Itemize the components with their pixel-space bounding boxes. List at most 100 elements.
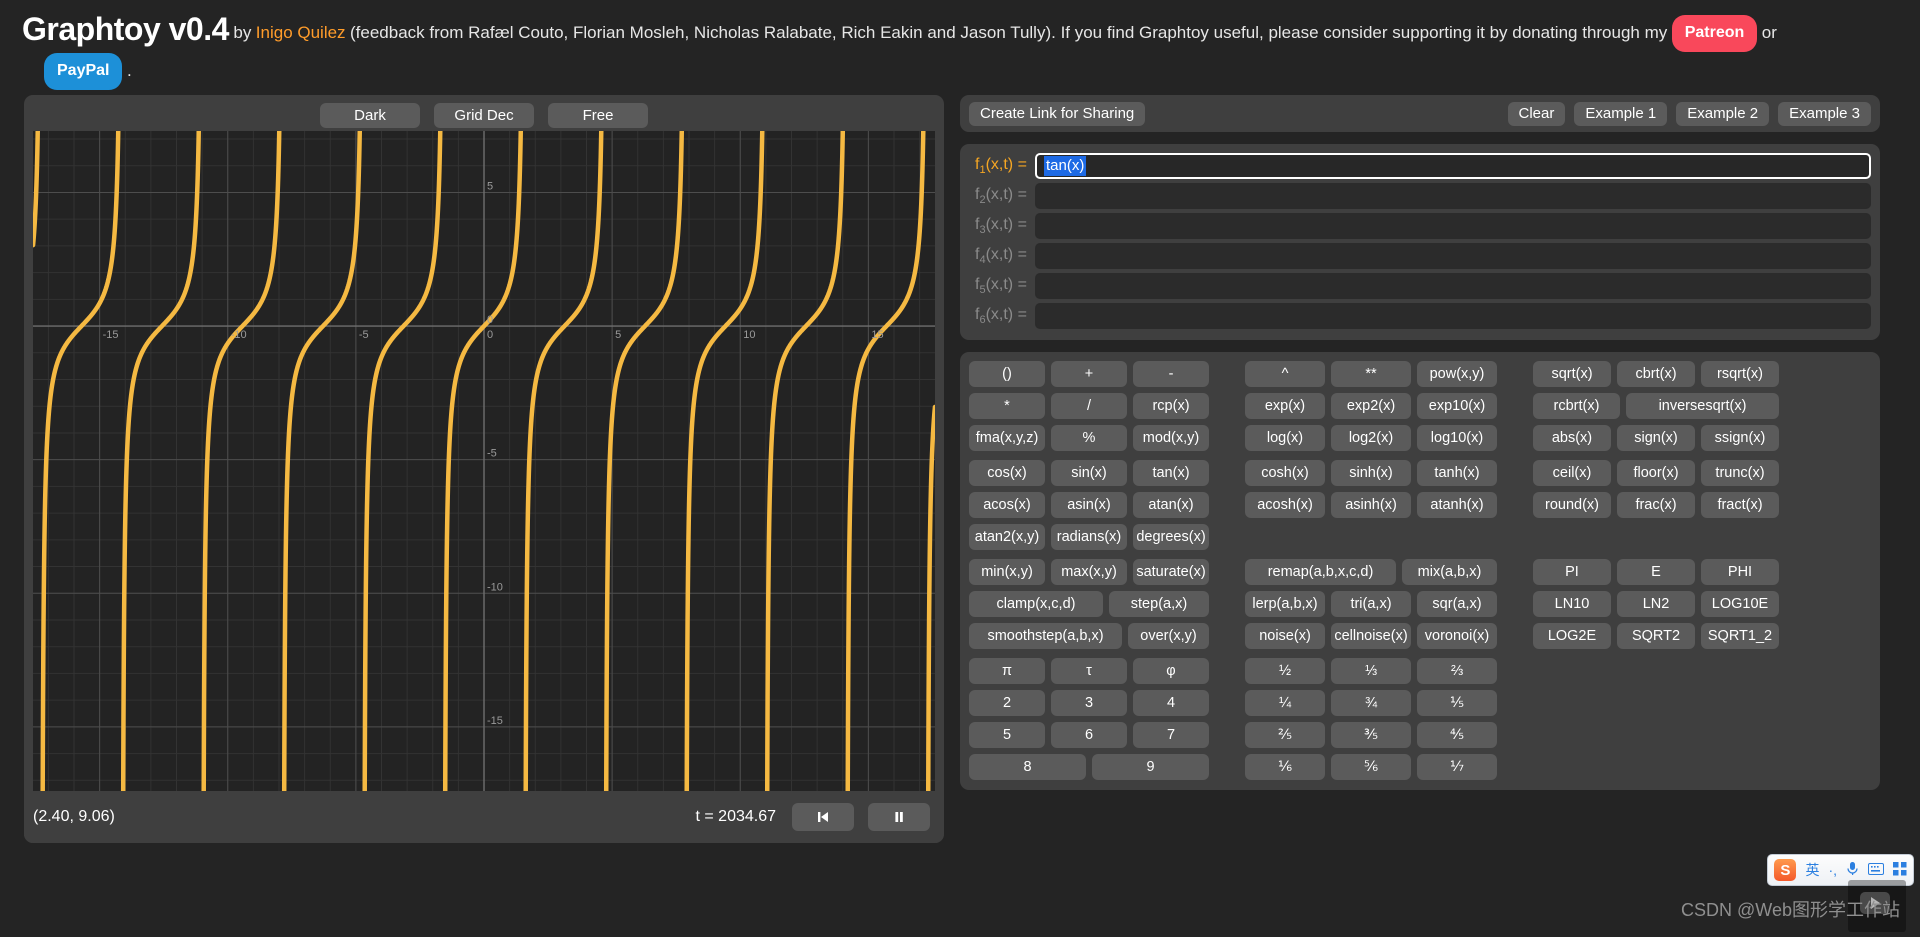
keypad-button[interactable]: asinh(x) [1331,492,1411,518]
keypad-button[interactable]: radians(x) [1051,524,1127,550]
view-mode-button[interactable]: Free [548,103,648,128]
keypad-button[interactable]: ⅚ [1331,754,1411,780]
keypad-button[interactable]: acosh(x) [1245,492,1325,518]
keypad-button[interactable]: fma(x,y,z) [969,425,1045,451]
theme-toggle-button[interactable]: Dark [320,103,420,128]
keypad-button[interactable]: over(x,y) [1128,623,1209,649]
keypad-button[interactable]: atan(x) [1133,492,1209,518]
keypad-button[interactable]: ceil(x) [1533,460,1611,486]
keypad-button[interactable]: 3 [1051,690,1127,716]
keypad-button[interactable]: LOG2E [1533,623,1611,649]
paypal-button[interactable]: PayPal [44,53,122,90]
keypad-button[interactable]: 7 [1133,722,1209,748]
keypad-button[interactable]: () [969,361,1045,387]
keypad-button[interactable]: voronoi(x) [1417,623,1497,649]
keypad-button[interactable]: 4 [1133,690,1209,716]
keypad-button[interactable]: ⅙ [1245,754,1325,780]
keypad-button[interactable]: cosh(x) [1245,460,1325,486]
keypad-button[interactable]: 9 [1092,754,1209,780]
keypad-button[interactable]: max(x,y) [1051,559,1127,585]
keypad-button[interactable]: tri(a,x) [1331,591,1411,617]
pause-button[interactable] [868,803,930,831]
keypad-button[interactable]: ⅘ [1417,722,1497,748]
keypad-button[interactable]: ^ [1245,361,1325,387]
keypad-button[interactable]: rcbrt(x) [1533,393,1620,419]
keypad-button[interactable]: mod(x,y) [1133,425,1209,451]
keypad-button[interactable]: ⅓ [1331,658,1411,684]
keypad-button[interactable]: saturate(x) [1133,559,1209,585]
formula-input-f5[interactable] [1035,273,1871,299]
keypad-button[interactable]: ⅔ [1417,658,1497,684]
keypad-button[interactable]: tan(x) [1133,460,1209,486]
keypad-button[interactable]: * [969,393,1045,419]
formula-input-f1[interactable] [1035,153,1871,179]
keypad-button[interactable]: atan2(x,y) [969,524,1045,550]
keypad-button[interactable]: log2(x) [1331,425,1411,451]
keypad-button[interactable]: sqr(a,x) [1417,591,1497,617]
rewind-button[interactable] [792,803,854,831]
keypad-button[interactable]: frac(x) [1617,492,1695,518]
ime-language-button[interactable]: 英 [1805,860,1819,880]
keypad-button[interactable]: / [1051,393,1127,419]
keypad-button[interactable]: rcp(x) [1133,393,1209,419]
keypad-button[interactable]: ⅖ [1245,722,1325,748]
keypad-button[interactable]: clamp(x,c,d) [969,591,1103,617]
keypad-button[interactable]: mix(a,b,x) [1402,559,1497,585]
keypad-button[interactable]: min(x,y) [969,559,1045,585]
keypad-button[interactable]: ssign(x) [1701,425,1779,451]
keypad-button[interactable]: trunc(x) [1701,460,1779,486]
keypad-button[interactable]: SQRT1_2 [1701,623,1779,649]
keypad-button[interactable]: sqrt(x) [1533,361,1611,387]
author-link[interactable]: Inigo Quilez [256,23,346,42]
keypad-button[interactable]: tanh(x) [1417,460,1497,486]
keypad-button[interactable]: sign(x) [1617,425,1695,451]
keypad-button[interactable]: exp2(x) [1331,393,1411,419]
keypad-button[interactable]: cbrt(x) [1617,361,1695,387]
keypad-button[interactable]: atanh(x) [1417,492,1497,518]
keypad-button[interactable]: - [1133,361,1209,387]
keypad-button[interactable]: rsqrt(x) [1701,361,1779,387]
formula-input-f3[interactable] [1035,213,1871,239]
keypad-button[interactable]: PHI [1701,559,1779,585]
create-link-button[interactable]: Create Link for Sharing [969,102,1145,126]
keypad-button[interactable]: ** [1331,361,1411,387]
keypad-button[interactable]: π [969,658,1045,684]
keypad-button[interactable]: τ [1051,658,1127,684]
keypad-button[interactable]: lerp(a,b,x) [1245,591,1325,617]
keypad-button[interactable]: 8 [969,754,1086,780]
keypad-button[interactable]: abs(x) [1533,425,1611,451]
keypad-button[interactable]: ⅐ [1417,754,1497,780]
keyboard-icon[interactable] [1868,862,1884,878]
keypad-button[interactable]: φ [1133,658,1209,684]
ime-punctuation-button[interactable]: ·, [1828,862,1837,878]
keypad-button[interactable]: 2 [969,690,1045,716]
formula-input-f2[interactable] [1035,183,1871,209]
mic-icon[interactable] [1846,861,1859,879]
keypad-button[interactable]: remap(a,b,x,c,d) [1245,559,1396,585]
keypad-button[interactable]: cos(x) [969,460,1045,486]
keypad-button[interactable]: exp(x) [1245,393,1325,419]
keypad-button[interactable]: + [1051,361,1127,387]
keypad-button[interactable]: SQRT2 [1617,623,1695,649]
keypad-button[interactable]: LOG10E [1701,591,1779,617]
example-1-button[interactable]: Example 1 [1574,102,1667,126]
keypad-button[interactable]: ⅗ [1331,722,1411,748]
keypad-button[interactable]: noise(x) [1245,623,1325,649]
keypad-button[interactable]: ½ [1245,658,1325,684]
patreon-button[interactable]: Patreon [1672,15,1758,52]
keypad-button[interactable]: 5 [969,722,1045,748]
keypad-button[interactable]: ¾ [1331,690,1411,716]
keypad-button[interactable]: exp10(x) [1417,393,1497,419]
keypad-button[interactable]: LN10 [1533,591,1611,617]
keypad-button[interactable]: % [1051,425,1127,451]
keypad-button[interactable]: ⅕ [1417,690,1497,716]
keypad-button[interactable]: smoothstep(a,b,x) [969,623,1122,649]
keypad-button[interactable]: log10(x) [1417,425,1497,451]
example-3-button[interactable]: Example 3 [1778,102,1871,126]
grid-mode-button[interactable]: Grid Dec [434,103,534,128]
keypad-button[interactable]: acos(x) [969,492,1045,518]
formula-input-f4[interactable] [1035,243,1871,269]
keypad-button[interactable]: E [1617,559,1695,585]
graph-canvas[interactable]: -15-10-505101550-5-10-15 [33,131,935,791]
keypad-button[interactable]: fract(x) [1701,492,1779,518]
